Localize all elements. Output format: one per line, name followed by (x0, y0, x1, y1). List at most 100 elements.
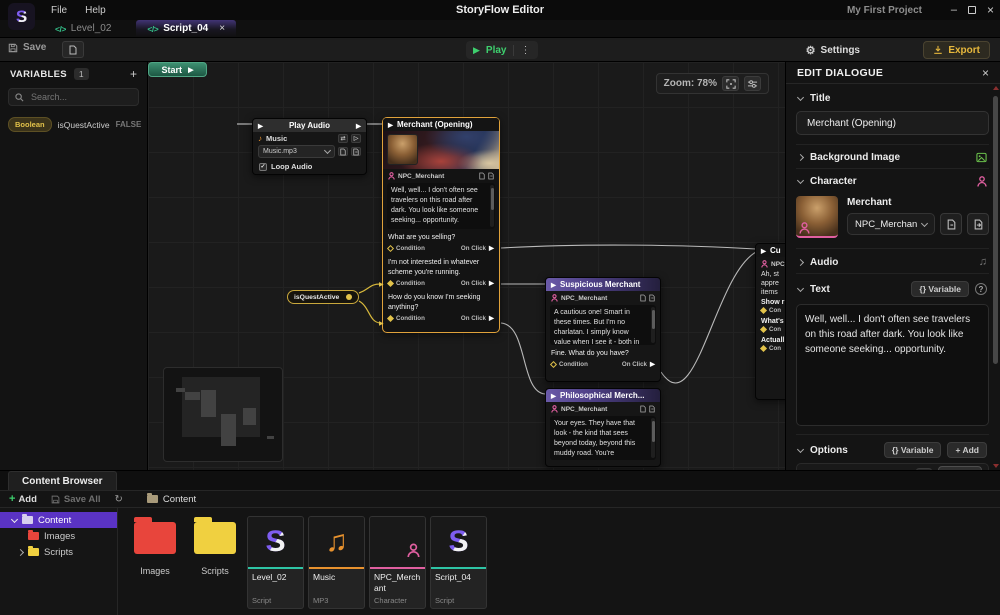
locate-file-button[interactable] (351, 147, 361, 156)
condition-port[interactable] (550, 361, 557, 368)
document-icon[interactable] (640, 294, 646, 302)
tree-item-images[interactable]: Images (0, 528, 117, 544)
asset-card-npc-merchant[interactable]: NPC_Merchant Character (369, 516, 426, 609)
dialogue-option[interactable]: What are you selling? Condition On Click… (383, 232, 499, 254)
loop-audio-checkbox[interactable]: ✓ Loop Audio (253, 159, 366, 174)
variable-value[interactable]: FALSE (116, 120, 142, 129)
node-header[interactable]: ▶ Merchant (Opening) (383, 118, 499, 131)
dialogue-text-editor[interactable]: Well, well... I don't often see traveler… (796, 304, 989, 426)
section-background-image[interactable]: Background Image (796, 144, 989, 168)
save-all-button[interactable]: Save All (51, 494, 101, 505)
input-port[interactable]: ▶ (551, 392, 556, 400)
title-input-field[interactable] (805, 117, 980, 130)
folder-item-images[interactable]: Images (126, 514, 184, 576)
asset-card-level-02[interactable]: SS Level_02 Script (247, 516, 304, 609)
new-script-button[interactable] (62, 41, 84, 58)
variables-search[interactable] (8, 88, 139, 106)
scroll-down-icon[interactable] (993, 464, 999, 468)
node-play-audio[interactable]: ▶ Play Audio ▶ ♪ Music ⇄ ▷ Music.mp3 (252, 118, 367, 175)
minimap[interactable] (163, 367, 283, 462)
output-port[interactable]: ▶ (356, 122, 361, 130)
node-header[interactable]: ▶ Play Audio ▶ (253, 119, 366, 132)
play-options-menu[interactable]: ⋮ (513, 45, 531, 56)
input-port[interactable]: ▶ (551, 281, 556, 289)
folder-item-scripts[interactable]: Scripts (186, 514, 244, 576)
dialogue-text-preview[interactable]: Well, well... I don't often see traveler… (387, 183, 495, 229)
input-port[interactable]: ▶ (258, 122, 263, 130)
condition-port[interactable] (760, 307, 767, 314)
document-open-icon[interactable] (488, 172, 494, 180)
settings-button[interactable]: ⚙ Settings (798, 41, 868, 59)
node-variable-isquestactive[interactable]: isQuestActive (287, 290, 359, 304)
search-input[interactable] (29, 91, 129, 103)
dialogue-text-preview[interactable]: A cautious one! Smart in these times. Bu… (550, 305, 656, 345)
condition-port[interactable] (760, 326, 767, 333)
window-maximize-button[interactable] (968, 6, 976, 14)
breadcrumb[interactable]: Content (147, 494, 196, 505)
tab-script-04[interactable]: </> Script_04 × (136, 20, 236, 37)
refresh-icon[interactable]: ↻ (115, 494, 123, 505)
play-button[interactable]: Play (486, 45, 507, 56)
document-open-icon[interactable] (649, 405, 655, 413)
chevron-right-icon[interactable] (17, 548, 24, 555)
node-header[interactable]: ▶ Suspicious Merchant (546, 278, 660, 291)
add-option-button[interactable]: + Add (947, 442, 987, 458)
section-character[interactable]: Character (796, 168, 989, 192)
tab-close-icon[interactable]: × (219, 23, 225, 34)
dialogue-option[interactable]: I'm not interested in whatever scheme yo… (383, 257, 499, 289)
node-header[interactable]: ▶ Philosophical Merch... (546, 389, 660, 402)
tab-level-02[interactable]: </> Level_02 (44, 20, 122, 37)
panel-scrollbar[interactable] (992, 86, 999, 468)
node-start[interactable]: Start ▶ (148, 62, 207, 77)
save-button[interactable]: Save (8, 42, 46, 53)
add-content-button[interactable]: + Add (9, 493, 37, 505)
play-icon[interactable]: ▶ (473, 45, 480, 56)
output-port[interactable]: ▶ (489, 244, 494, 252)
audio-file-dropdown[interactable]: Music.mp3 (258, 145, 335, 158)
variable-row[interactable]: Boolean isQuestActive FALSE (0, 114, 147, 135)
node-philosophical-merchant[interactable]: ▶ Philosophical Merch... NPC_Merchant Yo… (545, 388, 661, 467)
node-merchant-opening[interactable]: ▶ ▶ ▶ Merchant (Opening) NPC_Merchant (382, 117, 500, 333)
character-thumbnail[interactable] (796, 196, 838, 238)
node-graph-canvas[interactable]: Zoom: 78% Start ▶ ▶ Play Audio ▶ ♪ Music (148, 62, 785, 470)
chevron-down-icon[interactable] (11, 515, 18, 522)
output-port[interactable]: ▶ (489, 279, 494, 287)
node-partial-right[interactable]: ▶ Cu NPC_ Ah, st appre items Show r Con … (755, 243, 785, 400)
input-port[interactable]: ▶ (388, 121, 393, 129)
scroll-up-icon[interactable] (993, 86, 999, 90)
browse-character-button[interactable] (940, 213, 962, 235)
section-options[interactable]: Options {} Variable + Add (796, 434, 989, 463)
menu-file[interactable]: File (42, 5, 76, 16)
document-icon[interactable] (479, 172, 485, 180)
scrollbar[interactable] (651, 418, 655, 458)
condition-input-port[interactable]: ▶ (379, 281, 384, 288)
condition-port[interactable] (387, 245, 394, 252)
output-port[interactable]: ▶ (650, 360, 655, 368)
section-text[interactable]: Text {} Variable ? (796, 273, 989, 302)
section-audio[interactable]: Audio ♫ (796, 248, 989, 273)
dialogue-option[interactable]: How do you know I'm seeking anything? Co… (383, 292, 499, 324)
preview-audio-button[interactable]: ▷ (351, 134, 361, 143)
document-icon[interactable] (640, 405, 646, 413)
menu-help[interactable]: Help (76, 5, 115, 16)
asset-card-music[interactable]: ♫ Music MP3 (308, 516, 365, 609)
browse-file-button[interactable] (338, 147, 348, 156)
fit-view-button[interactable] (722, 76, 739, 91)
window-close-button[interactable]: × (987, 3, 994, 17)
scrollbar[interactable] (651, 307, 655, 343)
output-port[interactable]: ▶ (188, 66, 193, 74)
window-minimize-button[interactable]: – (951, 4, 957, 16)
node-suspicious-merchant[interactable]: ▶ Suspicious Merchant NPC_Merchant A cau… (545, 277, 661, 382)
option-row[interactable]: ⠿ What are you selling? 1 Delete (796, 463, 989, 470)
add-variable-button[interactable]: + (130, 67, 137, 81)
title-input[interactable] (796, 111, 989, 135)
insert-variable-button[interactable]: {} Variable (911, 281, 969, 297)
tree-item-scripts[interactable]: Scripts (0, 544, 117, 560)
document-open-icon[interactable] (649, 294, 655, 302)
condition-port[interactable] (760, 345, 767, 352)
tree-item-content[interactable]: Content (0, 512, 117, 528)
condition-port[interactable] (387, 315, 394, 322)
help-icon[interactable]: ? (975, 283, 987, 295)
condition-port[interactable] (387, 280, 394, 287)
section-title[interactable]: Title (796, 86, 989, 109)
